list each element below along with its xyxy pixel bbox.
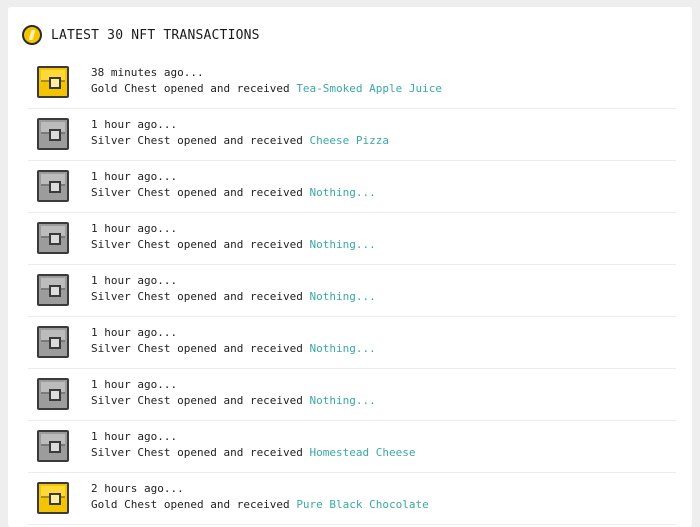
transaction-action: Gold Chest opened and received bbox=[91, 498, 297, 511]
prize-link[interactable]: Nothing... bbox=[310, 238, 376, 251]
transactions-panel: LATEST 30 NFT TRANSACTIONS 38 minutes ag… bbox=[8, 7, 692, 527]
silver-chest-icon bbox=[37, 222, 69, 254]
transaction-action: Silver Chest opened and received bbox=[91, 238, 310, 251]
transaction-action: Silver Chest opened and received bbox=[91, 290, 310, 303]
silver-chest-icon bbox=[37, 170, 69, 202]
transaction-row: 1 hour ago... Silver Chest opened and re… bbox=[28, 265, 676, 317]
silver-chest-icon bbox=[37, 430, 69, 462]
transaction-time: 1 hour ago... bbox=[91, 378, 178, 391]
silver-chest-icon bbox=[37, 274, 69, 306]
gold-chest-icon bbox=[37, 66, 69, 98]
transaction-action: Silver Chest opened and received bbox=[91, 446, 310, 459]
transaction-action: Silver Chest opened and received bbox=[91, 394, 310, 407]
gold-chest-icon bbox=[37, 482, 69, 514]
silver-chest-icon bbox=[37, 118, 69, 150]
transaction-action: Gold Chest opened and received bbox=[91, 82, 297, 95]
transaction-row: 38 minutes ago... Gold Chest opened and … bbox=[28, 57, 676, 109]
silver-chest-icon bbox=[37, 378, 69, 410]
transaction-list: 38 minutes ago... Gold Chest opened and … bbox=[28, 57, 676, 525]
transaction-time: 1 hour ago... bbox=[91, 274, 178, 287]
prize-link[interactable]: Cheese Pizza bbox=[310, 134, 389, 147]
prize-link[interactable]: Nothing... bbox=[310, 186, 376, 199]
transaction-row: 1 hour ago... Silver Chest opened and re… bbox=[28, 317, 676, 369]
transaction-row: 2 hours ago... Gold Chest opened and rec… bbox=[28, 473, 676, 525]
panel-header: LATEST 30 NFT TRANSACTIONS bbox=[22, 23, 260, 47]
transaction-row: 1 hour ago... Silver Chest opened and re… bbox=[28, 161, 676, 213]
transaction-row: 1 hour ago... Silver Chest opened and re… bbox=[28, 369, 676, 421]
prize-link[interactable]: Nothing... bbox=[310, 394, 376, 407]
transaction-time: 1 hour ago... bbox=[91, 430, 178, 443]
panel-title: LATEST 30 NFT TRANSACTIONS bbox=[51, 27, 260, 43]
prize-link[interactable]: Homestead Cheese bbox=[310, 446, 416, 459]
transaction-action: Silver Chest opened and received bbox=[91, 134, 310, 147]
transaction-time: 38 minutes ago... bbox=[91, 66, 204, 79]
transaction-action: Silver Chest opened and received bbox=[91, 186, 310, 199]
transaction-time: 1 hour ago... bbox=[91, 326, 178, 339]
transaction-row: 1 hour ago... Silver Chest opened and re… bbox=[28, 109, 676, 161]
prize-link[interactable]: Pure Black Chocolate bbox=[296, 498, 428, 511]
prize-link[interactable]: Nothing... bbox=[310, 342, 376, 355]
transaction-time: 1 hour ago... bbox=[91, 222, 178, 235]
transaction-time: 1 hour ago... bbox=[91, 118, 178, 131]
prize-link[interactable]: Nothing... bbox=[310, 290, 376, 303]
transaction-row: 1 hour ago... Silver Chest opened and re… bbox=[28, 213, 676, 265]
transaction-action: Silver Chest opened and received bbox=[91, 342, 310, 355]
transaction-row: 1 hour ago... Silver Chest opened and re… bbox=[28, 421, 676, 473]
coin-icon bbox=[22, 25, 42, 45]
transaction-time: 2 hours ago... bbox=[91, 482, 184, 495]
silver-chest-icon bbox=[37, 326, 69, 358]
transaction-time: 1 hour ago... bbox=[91, 170, 178, 183]
prize-link[interactable]: Tea-Smoked Apple Juice bbox=[296, 82, 442, 95]
